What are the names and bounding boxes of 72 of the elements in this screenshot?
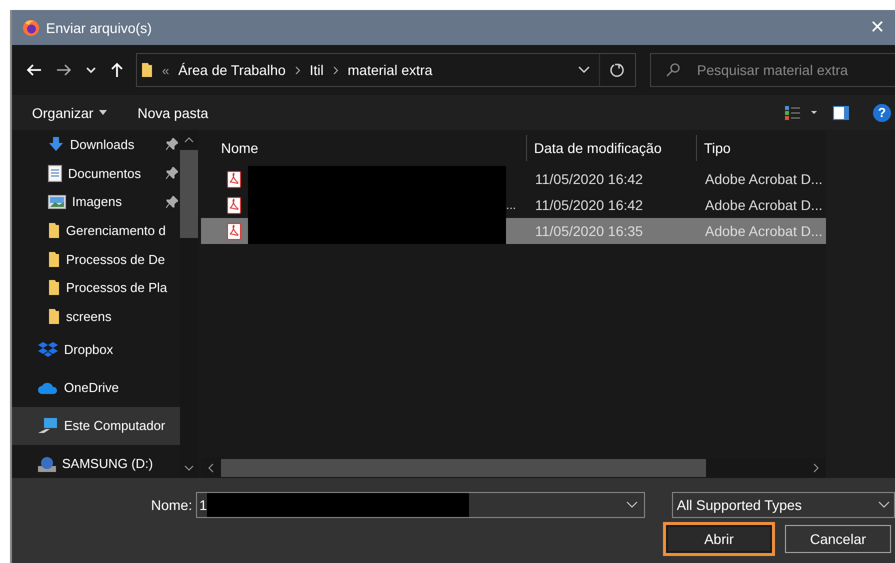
pdf-file-icon xyxy=(227,196,241,214)
view-options-icon[interactable] xyxy=(785,106,819,120)
address-bar[interactable]: « Área de Trabalho Itil material extra xyxy=(136,53,636,87)
browser-logo-icon xyxy=(22,18,40,36)
column-header[interactable]: Nome xyxy=(201,130,526,166)
sidebar-item[interactable]: Processos de Pla xyxy=(12,273,180,302)
back-arrow-icon[interactable] xyxy=(26,63,42,77)
window-title: Enviar arquivo(s) xyxy=(46,20,152,36)
download-icon xyxy=(48,136,64,152)
pdf-file-icon xyxy=(227,170,241,188)
date-cell-text: 11/05/2020 16:35 xyxy=(534,222,644,241)
chevron-down-icon[interactable] xyxy=(578,66,590,74)
folder-icon xyxy=(48,308,60,325)
file-name: ... xyxy=(506,198,516,212)
chevron-down-icon[interactable] xyxy=(626,501,638,509)
pdf-file-icon xyxy=(227,222,241,240)
breadcrumb-item[interactable]: Área de Trabalho xyxy=(178,62,286,78)
preview-pane-icon[interactable] xyxy=(833,106,849,120)
close-button[interactable]: ✕ xyxy=(864,17,891,38)
column-header[interactable]: Data de modificação xyxy=(526,135,697,161)
sidebar-item[interactable]: Gerenciamento d xyxy=(12,216,180,245)
sidebar-item[interactable]: screens xyxy=(12,302,180,331)
file-row[interactable]: ... 11/05/2020 16:42 Adobe Acrobat D... xyxy=(201,192,826,218)
caret-icon xyxy=(99,110,108,115)
sidebar-item[interactable]: OneDrive xyxy=(12,368,180,407)
chevron-down-icon[interactable] xyxy=(184,464,194,472)
file-name-field[interactable]: 1 xyxy=(196,492,645,518)
folder-icon xyxy=(141,62,153,78)
new-folder-button[interactable]: Nova pasta xyxy=(129,100,216,124)
type-cell-text: Adobe Acrobat D... xyxy=(704,170,824,189)
cloud-icon xyxy=(38,382,58,394)
search-icon xyxy=(666,63,680,77)
date-cell-text: 11/05/2020 16:42 xyxy=(534,170,644,189)
chevron-right-icon xyxy=(294,66,301,74)
file-row[interactable]: 11/05/2020 16:42 Adobe Acrobat D... xyxy=(201,166,826,192)
folder-icon xyxy=(48,250,60,268)
breadcrumb-item[interactable]: Itil xyxy=(310,62,324,78)
chevron-left-icon[interactable] xyxy=(207,463,215,473)
sidebar-item[interactable]: SAMSUNG (D:) xyxy=(12,444,180,478)
image-icon xyxy=(48,194,66,209)
sidebar-item[interactable]: Documentos xyxy=(12,158,180,188)
file-name-label: Nome: xyxy=(151,497,192,513)
search-field[interactable]: Pesquisar material extra xyxy=(650,53,895,87)
document-icon xyxy=(48,164,62,182)
organize-menu-button[interactable]: Organizar xyxy=(24,100,116,124)
forward-arrow-icon[interactable] xyxy=(56,63,72,77)
sidebar-item[interactable]: Imagens xyxy=(12,187,180,216)
folder-icon xyxy=(48,279,60,296)
chevron-up-icon[interactable] xyxy=(184,136,194,144)
sidebar-item[interactable]: Este Computador xyxy=(12,406,180,445)
sidebar-item[interactable]: Downloads xyxy=(12,130,180,159)
drive-icon xyxy=(38,456,56,472)
folder-icon xyxy=(48,222,60,239)
file-type-dropdown[interactable]: All Supported Types xyxy=(672,492,895,518)
sidebar-item[interactable]: Processos de De xyxy=(12,244,180,274)
up-arrow-icon[interactable] xyxy=(110,62,124,78)
open-button[interactable]: Abrir xyxy=(666,525,772,553)
dropbox-icon xyxy=(38,342,58,358)
type-cell-text: Adobe Acrobat D... xyxy=(704,196,824,215)
overflow-marker[interactable]: « xyxy=(162,62,170,78)
date-cell-text: 11/05/2020 16:42 xyxy=(534,196,644,215)
chevron-right-icon[interactable] xyxy=(812,463,820,473)
cancel-button[interactable]: Cancelar xyxy=(785,525,891,553)
sidebar-item[interactable]: Dropbox xyxy=(12,330,180,369)
column-header[interactable]: Tipo xyxy=(697,130,825,166)
computer-icon xyxy=(38,418,58,434)
breadcrumb-item[interactable]: material extra xyxy=(348,62,432,78)
type-cell-text: Adobe Acrobat D... xyxy=(704,222,824,241)
refresh-icon[interactable] xyxy=(609,62,625,78)
chevron-down-icon[interactable] xyxy=(878,501,890,509)
chevron-right-icon xyxy=(332,66,339,74)
help-button[interactable]: ? xyxy=(873,104,891,122)
